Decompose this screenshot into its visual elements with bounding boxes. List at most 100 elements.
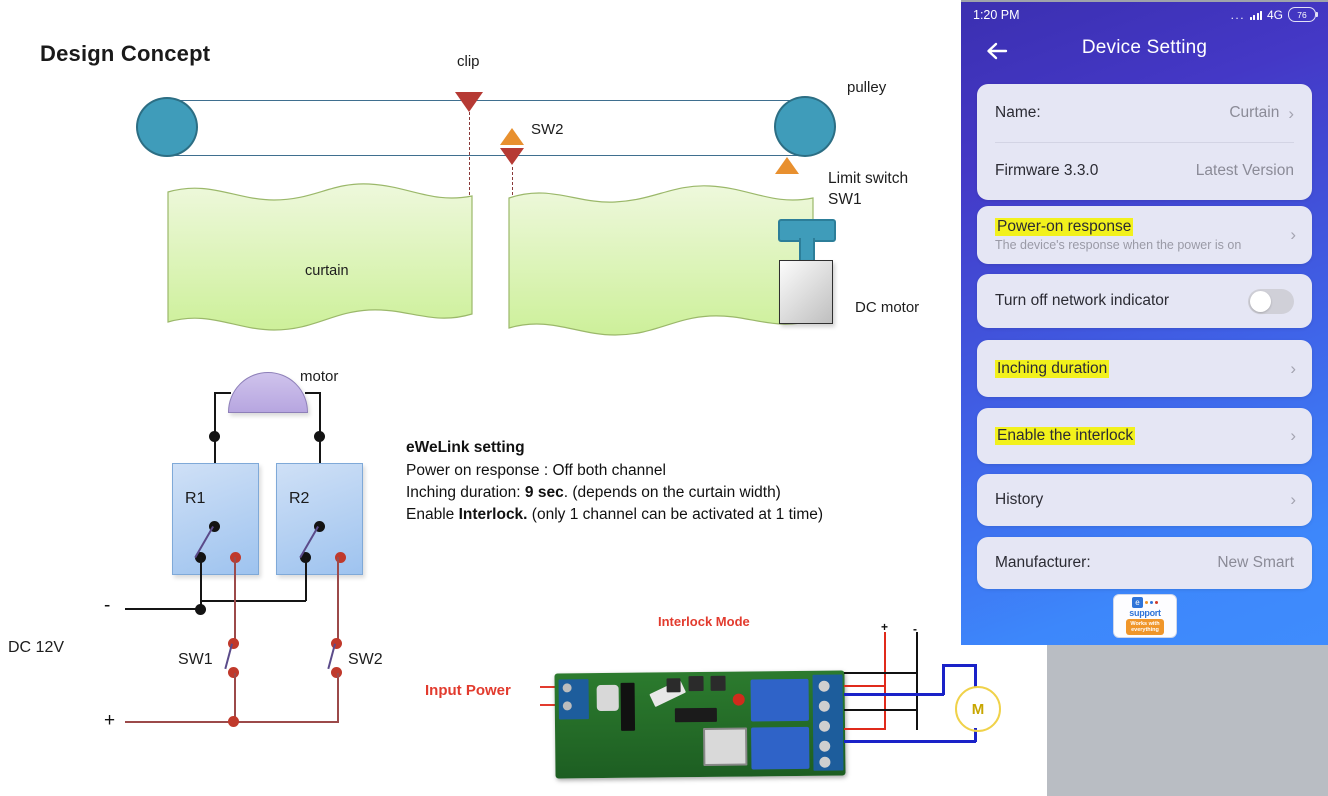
- network-indicator-toggle[interactable]: [1248, 288, 1294, 314]
- chevron-right-icon: ›: [1290, 490, 1296, 509]
- wire-r1-red-down: [234, 557, 236, 641]
- limit-switch-label: Limit switch SW1: [828, 170, 909, 208]
- inching-duration-label: Inching duration: [995, 359, 1110, 378]
- input-power-label: Input Power: [425, 682, 511, 699]
- firmware-value: Latest Version: [1195, 162, 1294, 179]
- curtain-left: [164, 182, 476, 332]
- plus-sign: +: [104, 710, 116, 731]
- row-network-indicator[interactable]: Turn off network indicator: [977, 274, 1312, 328]
- dc-motor-body: [779, 260, 833, 324]
- card-manufacturer: Manufacturer: New Smart: [977, 537, 1312, 589]
- chevron-right-icon: ›: [1290, 426, 1296, 445]
- toggle-knob: [1250, 290, 1271, 312]
- badge-support-text: support: [1129, 608, 1161, 618]
- row-name[interactable]: Name: Curtain ›: [977, 84, 1312, 142]
- wire-minus-h-right: [201, 600, 306, 602]
- sw1-arm: [223, 643, 233, 670]
- ewelink-line-inching: Inching duration: 9 sec. (depends on the…: [406, 484, 781, 501]
- ic-chip: [674, 707, 717, 723]
- clip-icon: [455, 92, 483, 112]
- row-history[interactable]: History ›: [977, 474, 1312, 526]
- app-bar: Device Setting: [961, 31, 1328, 71]
- wire-red-1: [844, 685, 886, 687]
- card-history[interactable]: History ›: [977, 474, 1312, 526]
- wire-blue-1: [844, 693, 944, 696]
- motor-label: motor: [300, 368, 339, 385]
- more-dots-icon: ...: [1230, 7, 1246, 22]
- card-network-indicator[interactable]: Turn off network indicator: [977, 274, 1312, 328]
- inductor: [620, 682, 636, 731]
- screw-out-4: [819, 740, 831, 752]
- wire-sw2-down: [337, 673, 339, 721]
- pulley-right: [774, 96, 836, 157]
- wire-blue-3-v: [974, 664, 977, 688]
- node-minus-rail: [195, 604, 206, 615]
- screw-out-1: [818, 680, 830, 692]
- gray-placeholder-block: [1047, 645, 1328, 796]
- ewelink-logo-icon: e: [1132, 597, 1143, 608]
- clip-label: clip: [457, 53, 480, 70]
- card-power-on-response[interactable]: Power-on response The device's response …: [977, 206, 1312, 264]
- wire-r2-to-minus-v: [305, 557, 307, 601]
- screw-in-1: [562, 683, 572, 693]
- motor-dome-icon: [228, 372, 308, 413]
- relay-r2-label: R2: [289, 490, 310, 507]
- ewelink-setting-heading: eWeLink setting: [406, 439, 525, 456]
- network-type-label: 4G: [1266, 7, 1283, 22]
- ewelink-setting-note: eWeLink setting Power on response : Off …: [406, 437, 826, 526]
- phone-top-strip: [961, 0, 1328, 2]
- ewelink-line-interlock: Enable Interlock. (only 1 channel can be…: [406, 506, 824, 523]
- screw-out-3: [818, 720, 831, 732]
- rail-bottom: [165, 155, 805, 156]
- enable-interlock-label: Enable the interlock: [995, 427, 1136, 445]
- wire-minus-vertical: [916, 632, 918, 730]
- manufacturer-label: Manufacturer:: [995, 554, 1091, 571]
- status-icons: ... 4G 76: [1230, 7, 1318, 22]
- sw1-circuit-label: SW1: [178, 651, 213, 668]
- badge-works-with: Works with everything: [1126, 619, 1164, 635]
- chevron-right-icon: ›: [1290, 225, 1296, 244]
- row-power-on-response[interactable]: Power-on response The device's response …: [977, 206, 1312, 264]
- row-manufacturer: Manufacturer: New Smart: [977, 537, 1312, 589]
- sw2-label: SW2: [531, 121, 564, 138]
- battery-icon: 76: [1288, 7, 1318, 22]
- sw2-circuit-label: SW2: [348, 651, 383, 668]
- card-device-info: Name: Curtain › Firmware 3.3.0 Latest Ve…: [977, 84, 1312, 200]
- wire-sw1-down: [234, 673, 236, 721]
- row-enable-interlock[interactable]: Enable the interlock ›: [977, 408, 1312, 464]
- minus-sign: -: [104, 595, 111, 616]
- curtain-label: curtain: [305, 263, 349, 279]
- button-2: [688, 675, 704, 692]
- signal-icon: [1250, 10, 1262, 20]
- relay-1: [750, 678, 809, 722]
- interlock-mode-label: Interlock Mode: [658, 614, 750, 629]
- relay-2: [751, 726, 810, 770]
- wire-minus-rail: [125, 608, 201, 610]
- power-on-response-sub: The device's response when the power is …: [995, 238, 1242, 252]
- relay-r1-label: R1: [185, 490, 206, 507]
- name-value: Curtain: [1229, 104, 1280, 121]
- chevron-right-icon: ›: [1290, 358, 1296, 378]
- page-title: Design Concept: [40, 41, 211, 66]
- esp-module: [703, 727, 748, 766]
- wire-black-2: [844, 709, 918, 711]
- wire-blue-2: [844, 740, 944, 743]
- power-on-response-label: Power-on response: [995, 218, 1134, 236]
- led-red: [732, 693, 745, 706]
- phone-screenshot: 1:20 PM ... 4G 76 Device Setting Name: C…: [961, 0, 1328, 645]
- firmware-label: Firmware 3.3.0: [995, 162, 1099, 179]
- history-label: History: [995, 491, 1044, 508]
- card-enable-interlock[interactable]: Enable the interlock ›: [977, 408, 1312, 464]
- status-time: 1:20 PM: [973, 8, 1020, 22]
- page-root: Design Concept pulley clip SW2 Limit swi…: [0, 0, 1328, 796]
- sw1-limit-marker-icon: [775, 157, 799, 174]
- wire-red-2: [844, 728, 886, 730]
- pulley-left: [136, 97, 198, 157]
- row-inching-duration[interactable]: Inching duration ›: [977, 340, 1312, 397]
- card-inching-duration[interactable]: Inching duration ›: [977, 340, 1312, 397]
- supply-label: DC 12V: [8, 639, 65, 656]
- wire-blue-2-h: [942, 740, 976, 743]
- status-bar: 1:20 PM ... 4G 76: [961, 5, 1328, 27]
- row-firmware: Firmware 3.3.0 Latest Version: [977, 142, 1312, 200]
- dc-motor-label: DC motor: [855, 299, 920, 316]
